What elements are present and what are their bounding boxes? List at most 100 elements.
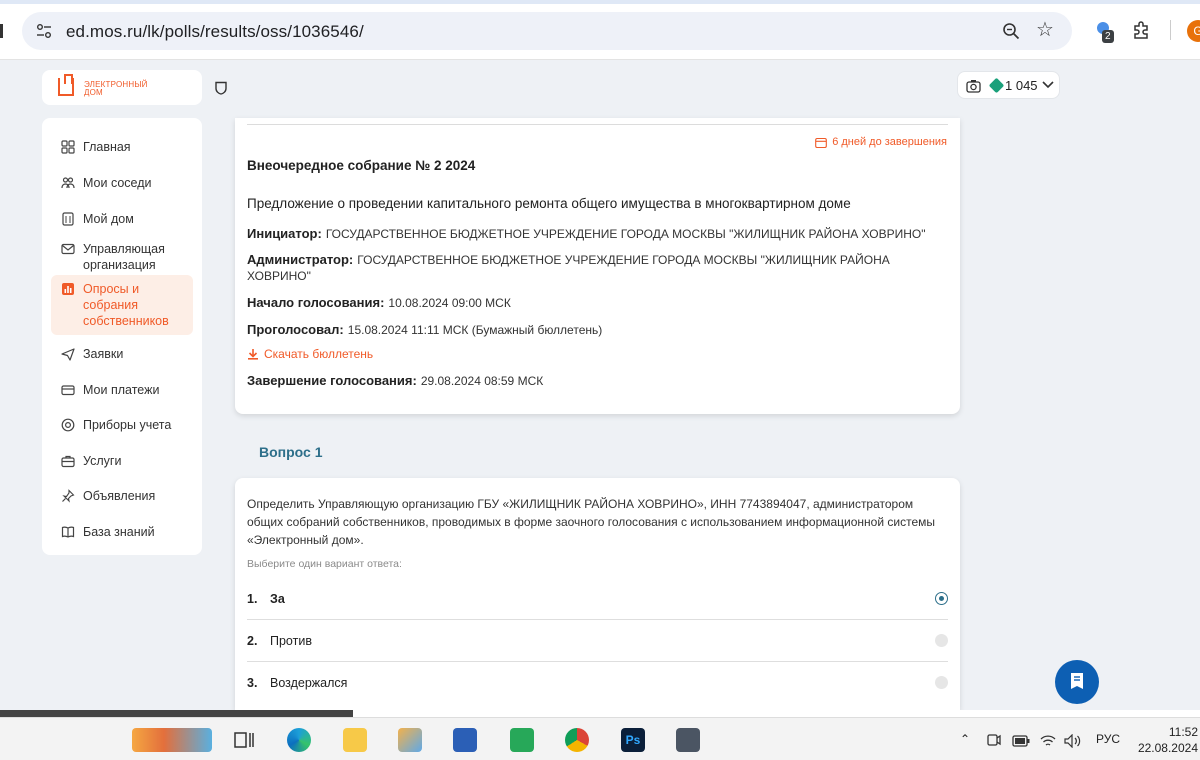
field-value: 10.08.2024 09:00 МСК: [388, 296, 511, 310]
initiator-field: Инициатор: ГОСУДАРСТВЕННОЕ БЮДЖЕТНОЕ УЧРЕ…: [247, 226, 937, 242]
sidebar-item-label: Мой дом: [83, 212, 134, 226]
people-icon: [61, 177, 75, 189]
extension-icon[interactable]: 2: [1094, 20, 1116, 43]
sidebar-item-label: База знаний: [83, 525, 155, 539]
question-card: Определить Управляющую организацию ГБУ «…: [235, 478, 960, 710]
mail-icon: [61, 243, 75, 255]
extension-badge: 2: [1102, 30, 1114, 43]
field-value: ГОСУДАРСТВЕННОЕ БЮДЖЕТНОЕ УЧРЕЖДЕНИЕ ГОР…: [325, 227, 926, 241]
gem-icon: [988, 77, 1005, 94]
poll-icon: [62, 283, 74, 295]
chat-app-icon[interactable]: [510, 728, 534, 752]
book-icon: [61, 526, 75, 538]
voting-end-field: Завершение голосования: 29.08.2024 08:59 …: [247, 373, 937, 389]
sidebar-item-polls[interactable]: Опросы и собрания собственников: [51, 275, 193, 335]
sidebar-item-announcements[interactable]: Объявления: [51, 482, 193, 510]
url-text[interactable]: ed.mos.ru/lk/polls/results/oss/1036546/: [66, 22, 364, 42]
address-bar[interactable]: ed.mos.ru/lk/polls/results/oss/1036546/ …: [22, 12, 1072, 50]
wifi-icon[interactable]: [1040, 734, 1056, 748]
bookmark-star-icon[interactable]: ☆: [1036, 20, 1054, 40]
option-label: За: [270, 592, 285, 606]
points-widget[interactable]: 1 045: [957, 71, 1060, 99]
edge-browser-icon[interactable]: [287, 728, 311, 752]
logo-card[interactable]: ЭЛЕКТРОННЫЙ ДОМ: [42, 70, 227, 105]
field-value: 29.08.2024 08:59 МСК: [420, 374, 544, 388]
input-language[interactable]: РУС: [1096, 732, 1120, 746]
deadline-badge: 6 дней до завершения: [815, 136, 947, 148]
download-label[interactable]: Скачать бюллетень: [264, 347, 373, 361]
calculator-icon[interactable]: [676, 728, 700, 752]
extensions-puzzle-icon[interactable]: [1132, 20, 1152, 40]
meet-now-icon[interactable]: [986, 732, 1002, 748]
task-view-icon[interactable]: [232, 728, 256, 752]
field-key: Администратор:: [247, 252, 354, 267]
sidebar-item-label: Заявки: [83, 347, 124, 361]
field-key: Завершение голосования:: [247, 373, 417, 388]
briefcase-icon: [61, 455, 75, 468]
sidebar-item-label: Услуги: [83, 454, 122, 468]
feedback-chat-button[interactable]: [1055, 660, 1099, 704]
site-settings-icon[interactable]: [36, 23, 52, 39]
system-clock[interactable]: 11:52 22.08.2024: [1136, 724, 1198, 756]
sidebar-item-neighbors[interactable]: Мои соседи: [51, 169, 193, 197]
download-ballot-link[interactable]: Скачать бюллетень: [247, 347, 373, 361]
answer-option-for[interactable]: 1. За: [247, 578, 948, 620]
battery-icon[interactable]: [1012, 735, 1030, 747]
paint-icon[interactable]: [398, 728, 422, 752]
option-label: Воздержался: [270, 676, 348, 690]
field-key: Проголосовал:: [247, 322, 344, 337]
field-key: Начало голосования:: [247, 295, 385, 310]
sidebar-item-label: Управляющая организация: [83, 242, 165, 272]
question-hint: Выберите один вариант ответа:: [247, 558, 402, 570]
points-value: 1 045: [1005, 78, 1038, 93]
sidebar-item-label: Главная: [83, 140, 131, 154]
radio-unselected[interactable]: [935, 676, 948, 689]
chevron-down-icon[interactable]: [1042, 80, 1054, 90]
tray-overflow-chevron-icon[interactable]: ⌃: [960, 732, 970, 746]
voting-start-field: Начало голосования: 10.08.2024 09:00 МСК: [247, 295, 937, 311]
sidebar-item-requests[interactable]: Заявки: [51, 340, 193, 368]
logo-text: ЭЛЕКТРОННЫЙ ДОМ: [84, 80, 148, 97]
shield-icon[interactable]: [215, 81, 227, 95]
word-icon[interactable]: [453, 728, 477, 752]
horizontal-scrollbar[interactable]: [0, 710, 1200, 717]
camera-icon[interactable]: [966, 79, 981, 93]
chrome-icon[interactable]: [565, 728, 589, 752]
voted-field: Проголосовал: 15.08.2024 11:11 МСК (Бумаж…: [247, 322, 937, 338]
sidebar-item-label: Мои платежи: [83, 383, 160, 397]
window-edge: [0, 24, 3, 38]
question-text: Определить Управляющую организацию ГБУ «…: [247, 497, 935, 547]
sidebar-item-label: Объявления: [83, 489, 156, 503]
clock-time: 11:52: [1168, 725, 1198, 739]
radio-unselected[interactable]: [935, 634, 948, 647]
volume-icon[interactable]: [1064, 734, 1082, 748]
option-number: 2.: [247, 634, 258, 648]
widgets-weather-icon[interactable]: [132, 728, 212, 752]
photoshop-icon[interactable]: Ps: [621, 728, 645, 752]
option-number: 3.: [247, 676, 258, 690]
file-explorer-icon[interactable]: [343, 728, 367, 752]
deadline-text: 6 дней до завершения: [832, 136, 947, 148]
answer-option-against[interactable]: 2. Против: [247, 620, 948, 662]
option-label: Против: [270, 634, 312, 648]
pin-icon: [62, 489, 75, 503]
sidebar-item-payments[interactable]: Мои платежи: [51, 376, 193, 404]
profile-avatar[interactable]: G: [1187, 20, 1200, 42]
zoom-icon[interactable]: [1002, 22, 1020, 40]
sidebar-item-knowledge-base[interactable]: База знаний: [51, 518, 193, 546]
sidebar-item-services[interactable]: Услуги: [51, 447, 193, 475]
sidebar-item-my-house[interactable]: Мой дом: [51, 205, 193, 233]
sidebar-item-management-company[interactable]: Управляющая организация: [51, 235, 193, 279]
sidebar-item-label: Мои соседи: [83, 176, 152, 190]
meeting-card: 6 дней до завершения Внеочередное собран…: [235, 118, 960, 414]
tab-strip: [0, 0, 1200, 4]
meter-icon: [61, 418, 75, 432]
grid-icon: [61, 140, 75, 154]
scrollbar-thumb[interactable]: [0, 710, 353, 717]
administrator-field: Администратор: ГОСУДАРСТВЕННОЕ БЮДЖЕТНОЕ …: [247, 252, 937, 284]
meeting-proposal: Предложение о проведении капитального ре…: [247, 196, 851, 211]
answer-option-abstain[interactable]: 3. Воздержался: [247, 662, 948, 704]
radio-selected[interactable]: [935, 592, 948, 605]
sidebar-item-meters[interactable]: Приборы учета: [51, 411, 193, 439]
sidebar-item-home[interactable]: Главная: [51, 133, 193, 161]
